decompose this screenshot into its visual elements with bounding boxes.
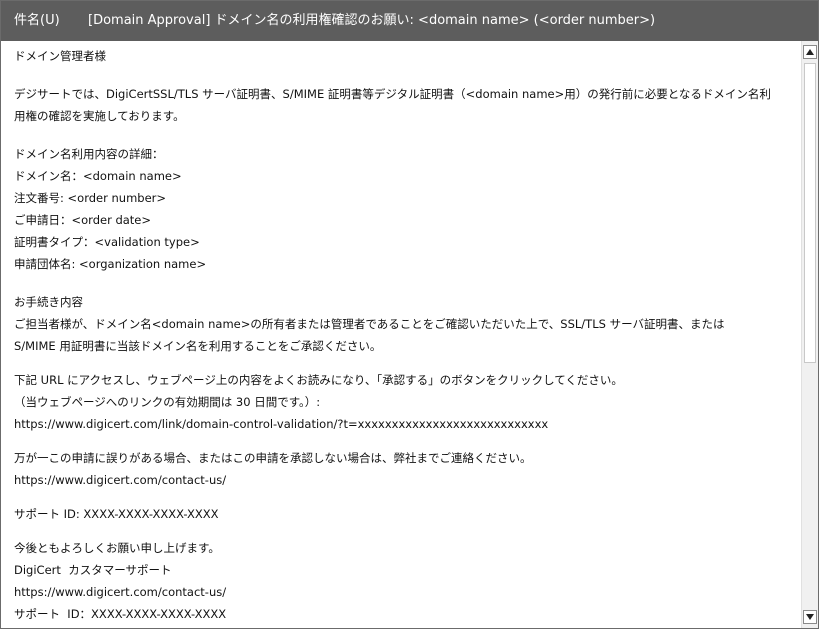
validation-url-link[interactable]: https://www.digicert.com/link/domain-con… bbox=[14, 413, 796, 435]
email-preview-window: 件名(U) [Domain Approval] ドメイン名の利用権確認のお願い:… bbox=[0, 0, 819, 629]
signature-name: DigiCert カスタマーサポート bbox=[14, 563, 172, 577]
detail-order-number: 注文番号: <order number> bbox=[14, 191, 167, 205]
detail-organization-name: 申請団体名: <organization name> bbox=[14, 257, 207, 271]
error-contact-line: 万が一この申請に誤りがある場合、またはこの申請を承認しない場合は、弊社までご連絡… bbox=[14, 451, 532, 465]
scroll-down-button[interactable] bbox=[803, 610, 817, 624]
subject-text[interactable]: [Domain Approval] ドメイン名の利用権確認のお願い: <doma… bbox=[88, 1, 655, 41]
vertical-scrollbar[interactable] bbox=[801, 41, 818, 628]
subject-label: 件名(U) bbox=[14, 13, 60, 28]
greeting: ドメイン管理者様 bbox=[14, 49, 106, 63]
subject-bar: 件名(U) [Domain Approval] ドメイン名の利用権確認のお願い:… bbox=[1, 1, 818, 41]
scroll-thumb[interactable] bbox=[804, 63, 816, 363]
signature-support-id: サポート ID：XXXX-XXXX-XXXX-XXXX bbox=[14, 607, 227, 621]
access-instruction-line-1: 下記 URL にアクセスし、ウェブページ上の内容をよくお読みになり、「承認する」… bbox=[14, 373, 623, 387]
scroll-up-button[interactable] bbox=[803, 45, 817, 59]
procedure-line-1: ご担当者様が、ドメイン名<domain name>の所有者または管理者であること… bbox=[14, 317, 725, 331]
email-body[interactable]: ドメイン管理者様 デジサートでは、DigiCertSSL/TLS サーバ証明書、… bbox=[1, 41, 800, 628]
email-content: ドメイン管理者様 デジサートでは、DigiCertSSL/TLS サーバ証明書、… bbox=[14, 45, 796, 625]
contact-url-link[interactable]: https://www.digicert.com/contact-us/ bbox=[14, 469, 796, 491]
detail-order-date: ご申請日：<order date> bbox=[14, 213, 152, 227]
scroll-up-arrow-icon bbox=[806, 49, 814, 55]
intro-line-1: デジサートでは、DigiCertSSL/TLS サーバ証明書、S/MIME 証明… bbox=[14, 87, 771, 101]
intro-line-2: 用権の確認を実施しております。 bbox=[14, 109, 185, 123]
support-id: サポート ID: XXXX-XXXX-XXXX-XXXX bbox=[14, 507, 219, 521]
access-instruction-line-2: （当ウェブページへのリンクの有効期間は 30 日間です。）: bbox=[14, 395, 321, 409]
signature-url-link[interactable]: https://www.digicert.com/contact-us/ bbox=[14, 581, 796, 603]
procedure-heading: お手続き内容 bbox=[14, 295, 83, 309]
detail-validation-type: 証明書タイプ：<validation type> bbox=[14, 235, 200, 249]
scroll-down-arrow-icon bbox=[806, 614, 814, 620]
procedure-line-2: S/MIME 用証明書に当該ドメイン名を利用することをご承認ください。 bbox=[14, 339, 382, 353]
details-heading: ドメイン名利用内容の詳細： bbox=[14, 147, 164, 161]
closing-line: 今後ともよろしくお願い申し上げます。 bbox=[14, 541, 220, 555]
detail-domain-name: ドメイン名：<domain name> bbox=[14, 169, 182, 183]
